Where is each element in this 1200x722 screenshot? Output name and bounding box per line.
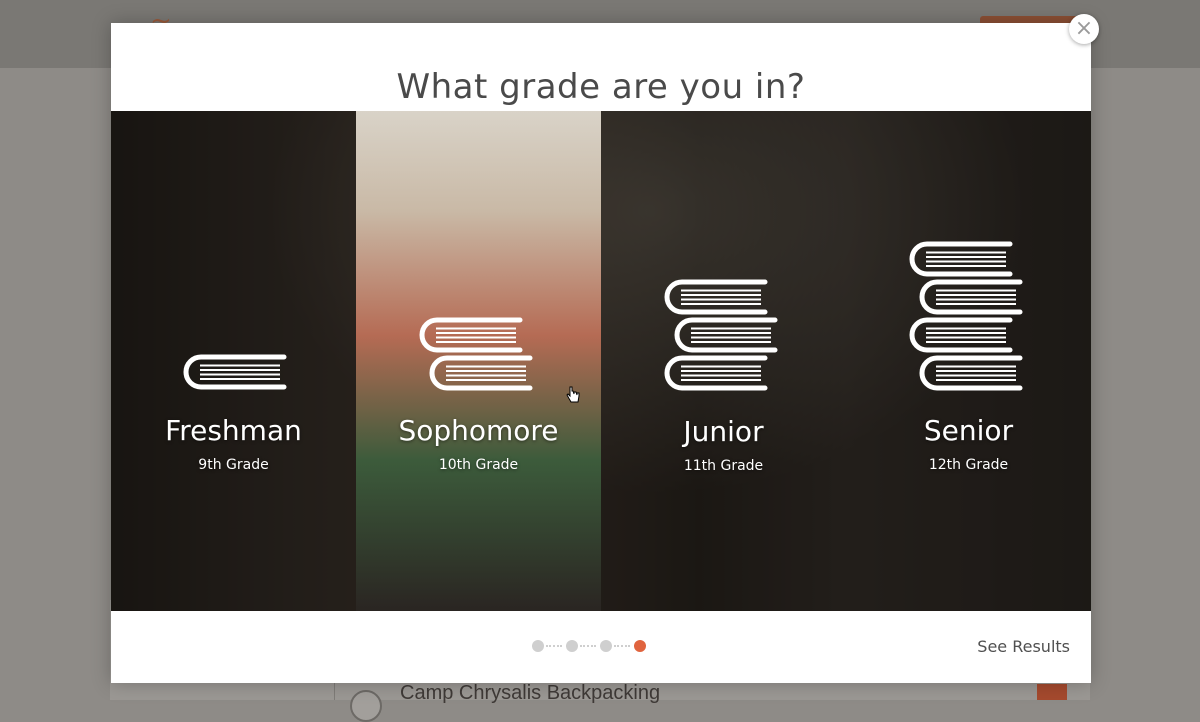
book-icon — [183, 354, 287, 390]
background-divider — [334, 680, 335, 700]
grade-photo-panel: Freshman 9th Grade Sophomore 10th Grade … — [111, 111, 1091, 611]
grade-level: 11th Grade — [683, 458, 764, 474]
step-separator — [614, 645, 630, 649]
step-separator — [546, 645, 562, 649]
grade-name: Freshman — [165, 414, 302, 447]
background-list-icon — [350, 690, 382, 722]
book-icon — [674, 317, 778, 353]
modal-title: What grade are you in? — [396, 67, 806, 107]
book-stack-icon — [183, 354, 303, 396]
step-dot[interactable] — [634, 640, 646, 652]
close-button[interactable]: × — [1069, 14, 1099, 44]
grade-level: 10th Grade — [438, 457, 519, 473]
grade-option-senior[interactable]: Senior 12th Grade — [846, 111, 1091, 611]
grade-name: Sophomore — [398, 414, 559, 447]
hand-pointer-icon — [566, 386, 580, 404]
book-icon — [419, 317, 523, 353]
book-stack-icon — [909, 241, 1029, 397]
book-stack-icon — [419, 317, 539, 397]
background-list-title: Camp Chrysalis Backpacking — [400, 682, 661, 704]
grade-option-freshman[interactable]: Freshman 9th Grade — [111, 111, 356, 611]
grade-option-junior[interactable]: Junior 11th Grade — [601, 111, 846, 611]
see-results-link[interactable]: See Results — [960, 637, 1070, 656]
book-stack-icon — [664, 279, 784, 397]
step-dot[interactable] — [566, 640, 578, 652]
book-icon — [664, 279, 768, 315]
step-indicator — [532, 640, 652, 654]
grade-name: Senior — [923, 414, 1014, 447]
book-icon — [909, 241, 1013, 277]
close-icon: × — [1074, 16, 1094, 41]
grade-option-sophomore[interactable]: Sophomore 10th Grade — [356, 111, 601, 611]
step-separator — [580, 645, 596, 649]
grade-level: 12th Grade — [928, 457, 1009, 473]
grade-level: 9th Grade — [198, 457, 269, 473]
book-icon — [919, 355, 1023, 391]
book-icon — [429, 355, 533, 391]
book-icon — [919, 279, 1023, 315]
book-icon — [664, 355, 768, 391]
step-dot[interactable] — [532, 640, 544, 652]
grade-name: Junior — [683, 415, 764, 448]
book-icon — [909, 317, 1013, 353]
step-dot[interactable] — [600, 640, 612, 652]
bookmark-ribbon-icon — [1037, 684, 1067, 700]
